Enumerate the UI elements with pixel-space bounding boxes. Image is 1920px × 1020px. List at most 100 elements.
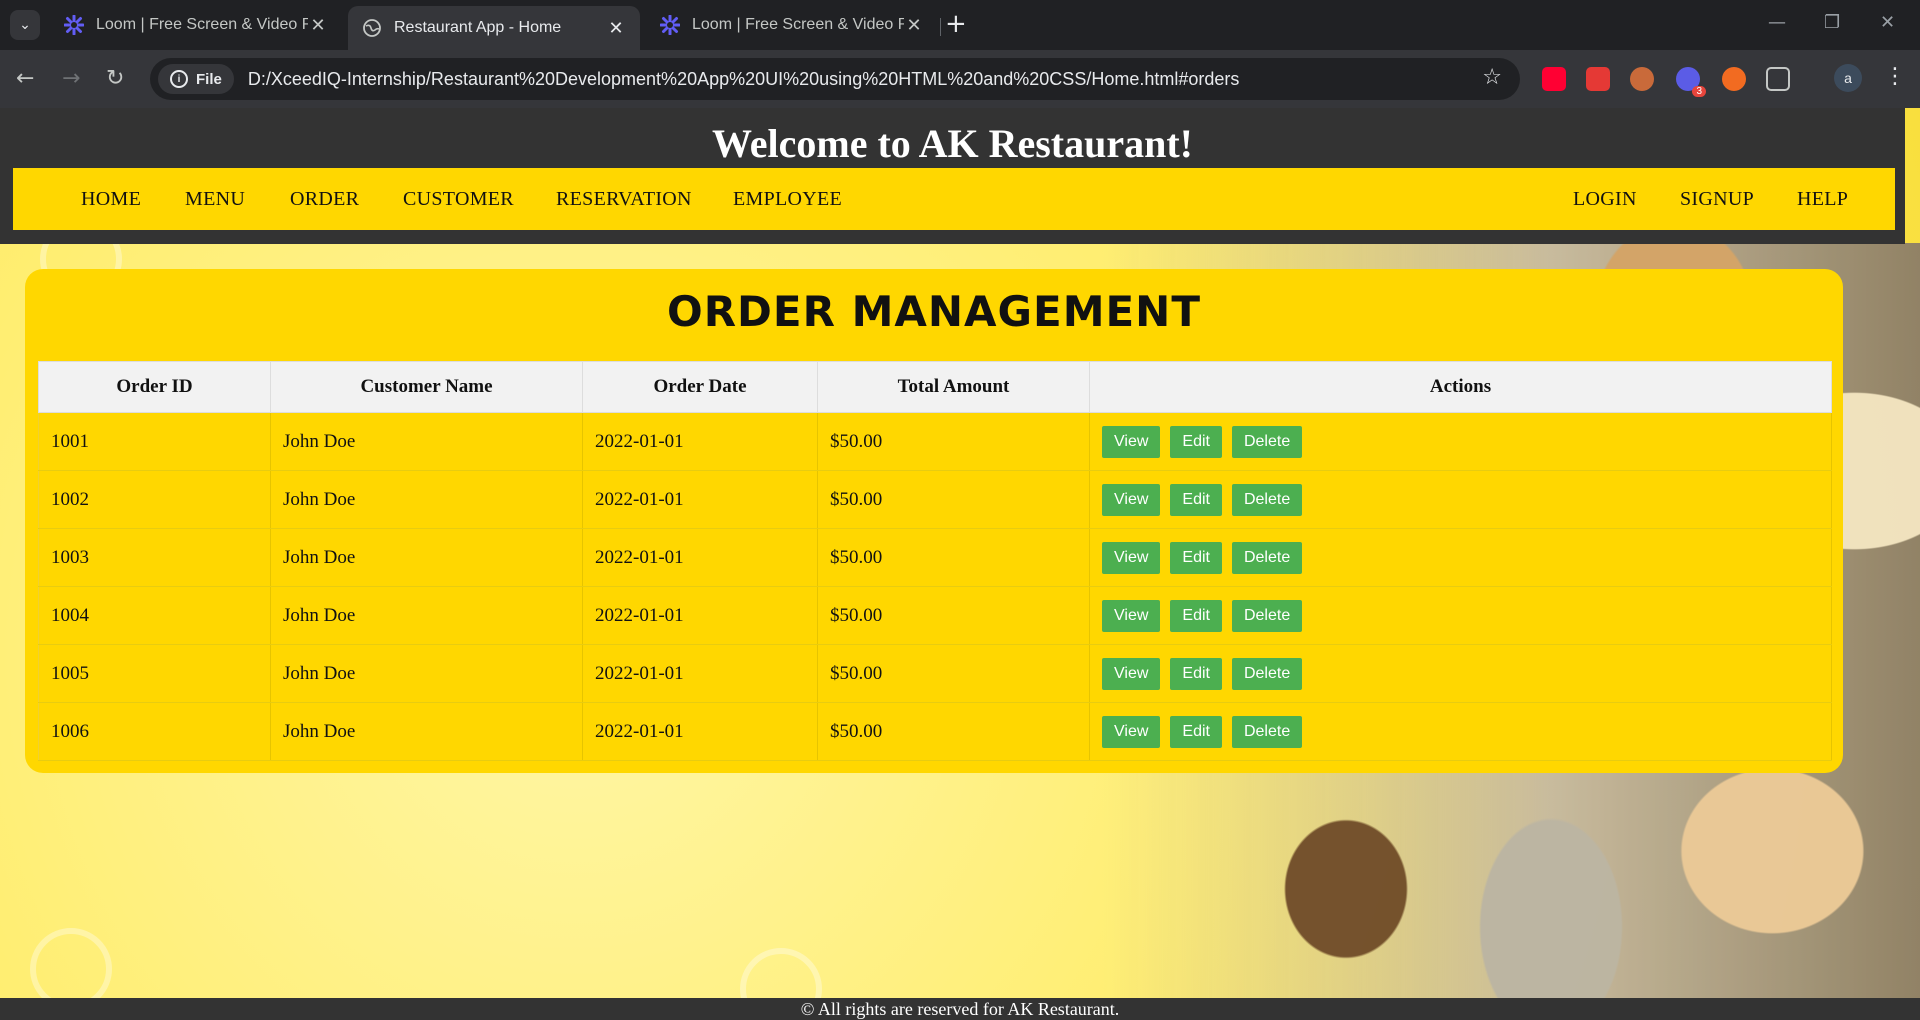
- order-date-cell: 2022-01-01: [582, 702, 818, 761]
- total-amount-cell: $50.00: [817, 702, 1090, 761]
- customer-name-cell: John Doe: [270, 412, 583, 471]
- order-date-cell: 2022-01-01: [582, 586, 818, 645]
- close-icon[interactable]: ✕: [308, 15, 328, 36]
- site-title: Welcome to AK Restaurant!: [711, 121, 1193, 166]
- minimize-icon[interactable]: —: [1768, 12, 1786, 33]
- url-text[interactable]: D:/XceedIQ-Internship/Restaurant%20Devel…: [248, 69, 1240, 90]
- window-close-icon[interactable]: ✕: [1880, 12, 1895, 33]
- delete-button[interactable]: Delete: [1231, 425, 1303, 458]
- loom-icon: [64, 15, 84, 35]
- tab-title: Loom | Free Screen & Video Recording: [692, 16, 904, 33]
- view-button[interactable]: View: [1102, 715, 1161, 748]
- order-id-cell: 1006: [38, 702, 271, 761]
- edit-button[interactable]: Edit: [1170, 657, 1222, 690]
- restore-icon[interactable]: ❐: [1824, 12, 1840, 33]
- film-extension-icon[interactable]: [1630, 67, 1654, 91]
- order-id-cell: 1005: [38, 644, 271, 703]
- tab-separator: [940, 18, 941, 36]
- tab-restaurant-app[interactable]: Restaurant App - Home ✕: [348, 6, 640, 50]
- order-date-cell: 2022-01-01: [582, 470, 818, 529]
- order-id-cell: 1001: [38, 412, 271, 471]
- tab-title: Restaurant App - Home: [394, 19, 562, 36]
- order-id-cell: 1003: [38, 528, 271, 587]
- edit-button[interactable]: Edit: [1170, 483, 1222, 516]
- column-header-order-date: Order Date: [582, 361, 818, 413]
- reload-icon[interactable]: ↻: [106, 66, 124, 91]
- actions-cell: View Edit Delete: [1089, 586, 1832, 645]
- new-tab-button[interactable]: +: [945, 10, 967, 38]
- view-button[interactable]: View: [1102, 483, 1161, 516]
- close-icon[interactable]: ✕: [606, 18, 626, 39]
- table-header-row: Order ID Customer Name Order Date Total …: [38, 361, 1832, 413]
- actions-cell: View Edit Delete: [1089, 470, 1832, 529]
- delete-button[interactable]: Delete: [1231, 715, 1303, 748]
- nav-help[interactable]: HELP: [1797, 188, 1848, 211]
- close-icon[interactable]: ✕: [904, 15, 924, 36]
- site-footer: © All rights are reserved for AK Restaur…: [0, 998, 1920, 1020]
- order-date-cell: 2022-01-01: [582, 528, 818, 587]
- customer-name-cell: John Doe: [270, 470, 583, 529]
- tab-loom-2[interactable]: Loom | Free Screen & Video Recording ✕: [646, 8, 938, 42]
- table-row: 1004 John Doe 2022-01-01 $50.00 View Edit Dele…: [38, 586, 1832, 645]
- forward-icon[interactable]: →: [62, 66, 80, 91]
- total-amount-cell: $50.00: [817, 528, 1090, 587]
- loom-extension-icon[interactable]: 3: [1676, 67, 1706, 97]
- customer-name-cell: John Doe: [270, 702, 583, 761]
- nav-signup[interactable]: SIGNUP: [1680, 188, 1754, 211]
- nav-customer[interactable]: CUSTOMER: [403, 188, 514, 211]
- delete-button[interactable]: Delete: [1231, 541, 1303, 574]
- order-management-panel: ORDER MANAGEMENT Order ID Customer Name …: [25, 269, 1843, 773]
- orders-table: Order ID Customer Name Order Date Total …: [38, 361, 1832, 761]
- actions-cell: View Edit Delete: [1089, 412, 1832, 471]
- view-button[interactable]: View: [1102, 599, 1161, 632]
- address-bar[interactable]: i File D:/XceedIQ-Internship/Restaurant%…: [150, 58, 1520, 100]
- table-row: 1003 John Doe 2022-01-01 $50.00 View Edit Dele…: [38, 528, 1832, 587]
- edit-button[interactable]: Edit: [1170, 541, 1222, 574]
- view-button[interactable]: View: [1102, 657, 1161, 690]
- globe-icon: [363, 19, 381, 37]
- profile-avatar[interactable]: a: [1834, 64, 1862, 92]
- total-amount-cell: $50.00: [817, 412, 1090, 471]
- site-info-chip[interactable]: i File: [158, 64, 234, 94]
- nav-reservation[interactable]: RESERVATION: [556, 188, 692, 211]
- view-button[interactable]: View: [1102, 425, 1161, 458]
- column-header-order-id: Order ID: [38, 361, 271, 413]
- total-amount-cell: $50.00: [817, 586, 1090, 645]
- delete-button[interactable]: Delete: [1231, 599, 1303, 632]
- browser-toolbar: ← → ↻ i File D:/XceedIQ-Internship/Resta…: [0, 50, 1920, 108]
- column-header-total-amount: Total Amount: [817, 361, 1090, 413]
- back-icon[interactable]: ←: [16, 66, 34, 91]
- order-id-cell: 1002: [38, 470, 271, 529]
- total-amount-cell: $50.00: [817, 470, 1090, 529]
- edit-button[interactable]: Edit: [1170, 715, 1222, 748]
- edit-button[interactable]: Edit: [1170, 425, 1222, 458]
- nav-home[interactable]: HOME: [81, 188, 141, 211]
- nav-employee[interactable]: EMPLOYEE: [733, 188, 842, 211]
- customer-name-cell: John Doe: [270, 586, 583, 645]
- table-row: 1005 John Doe 2022-01-01 $50.00 View Edit Dele…: [38, 644, 1832, 703]
- loom-icon: [660, 15, 680, 35]
- extension-badge: 3: [1692, 86, 1706, 97]
- orange-extension-icon[interactable]: [1722, 67, 1746, 91]
- delete-button[interactable]: Delete: [1231, 483, 1303, 516]
- bookmark-star-icon[interactable]: ☆: [1482, 65, 1502, 90]
- audio-extension-icon[interactable]: [1586, 67, 1610, 91]
- file-chip-label: File: [196, 70, 222, 88]
- table-row: 1001 John Doe 2022-01-01 $50.00 View Edit Dele…: [38, 412, 1832, 471]
- actions-cell: View Edit Delete: [1089, 528, 1832, 587]
- site-header: Welcome to AK Restaurant! HOME MENU ORDE…: [0, 108, 1905, 244]
- delete-button[interactable]: Delete: [1231, 657, 1303, 690]
- page-viewport: Welcome to AK Restaurant! HOME MENU ORDE…: [0, 108, 1920, 1020]
- extensions-puzzle-icon[interactable]: [1766, 67, 1790, 91]
- more-menu-icon[interactable]: ⋮: [1884, 64, 1906, 89]
- edit-button[interactable]: Edit: [1170, 599, 1222, 632]
- youtube-extension-icon[interactable]: [1542, 67, 1566, 91]
- view-button[interactable]: View: [1102, 541, 1161, 574]
- nav-menu[interactable]: MENU: [185, 188, 245, 211]
- actions-cell: View Edit Delete: [1089, 702, 1832, 761]
- nav-order[interactable]: ORDER: [290, 188, 359, 211]
- nav-login[interactable]: LOGIN: [1573, 188, 1637, 211]
- tab-search-button[interactable]: ⌄: [10, 10, 40, 40]
- tab-loom-1[interactable]: Loom | Free Screen & Video Recording ✕: [50, 8, 342, 42]
- total-amount-cell: $50.00: [817, 644, 1090, 703]
